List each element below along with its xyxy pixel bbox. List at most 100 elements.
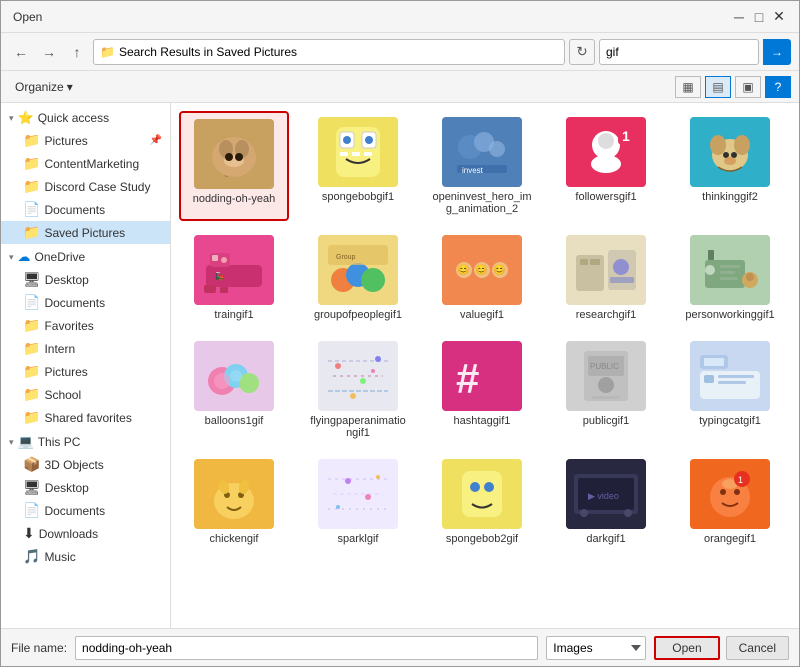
file-item-19[interactable]: ▶ video darkgif1 — [551, 453, 661, 551]
file-thumb-11 — [194, 341, 274, 411]
sidebar-saved-pictures[interactable]: 📁 Saved Pictures — [1, 221, 170, 244]
back-button[interactable]: ← — [9, 40, 33, 64]
file-name-17: sparklgif — [338, 533, 379, 545]
sidebar-od-desktop-label: Desktop — [45, 273, 89, 287]
forward-button[interactable]: → — [37, 40, 61, 64]
sidebar-od-pictures[interactable]: 📁 Pictures — [1, 360, 170, 383]
cancel-button[interactable]: Cancel — [726, 636, 789, 660]
sidebar-pc-desktop[interactable]: 🖥 Desktop — [1, 476, 170, 499]
quick-access-star-icon: ⭐ — [18, 110, 34, 126]
sidebar-od-school-label: School — [44, 388, 81, 402]
folder-icon: 🖥 — [23, 479, 41, 496]
close-button[interactable]: ✕ — [771, 9, 787, 25]
sidebar-od-desktop[interactable]: 🖥 Desktop — [1, 268, 170, 291]
file-name-9: researchgif1 — [576, 309, 637, 321]
folder-icon: 📁 — [23, 224, 40, 241]
sidebar-od-pictures-label: Pictures — [44, 365, 87, 379]
svg-text:~: ~ — [224, 172, 229, 181]
file-item-9[interactable]: researchgif1 — [551, 229, 661, 327]
folder-icon: 📄 — [23, 294, 40, 311]
sidebar-od-favorites-label: Favorites — [44, 319, 93, 333]
sidebar-pictures[interactable]: 📁 Pictures 📌 — [1, 129, 170, 152]
file-name-13: hashtaggif1 — [454, 415, 511, 427]
file-item-2[interactable]: spongebobgif1 — [303, 111, 413, 221]
sidebar: ▾ ⭐ Quick access 📁 Pictures 📌 📁 ContentM… — [1, 103, 171, 628]
file-name-1: nodding-oh-yeah — [193, 193, 276, 205]
refresh-button[interactable]: ↻ — [569, 39, 595, 65]
svg-text:🚂: 🚂 — [214, 271, 224, 281]
sidebar-od-shared-label: Shared favorites — [44, 411, 131, 425]
quick-access-header[interactable]: ▾ ⭐ Quick access — [1, 107, 170, 129]
file-item-3[interactable]: invest openinvest_hero_img_animation_2 — [427, 111, 537, 221]
file-item-17[interactable]: sparklgif — [303, 453, 413, 551]
sidebar-od-shared[interactable]: 📁 Shared favorites — [1, 406, 170, 429]
dialog-title: Open — [13, 10, 42, 24]
file-thumb-6: 🚂 — [194, 235, 274, 305]
file-item-13[interactable]: # hashtaggif1 — [427, 335, 537, 445]
view-list-button[interactable]: ▤ — [705, 76, 731, 98]
sidebar-od-favorites[interactable]: 📁 Favorites — [1, 314, 170, 337]
address-input[interactable] — [119, 45, 558, 59]
folder-icon: 📁 — [23, 155, 40, 172]
folder-icon: 📁 — [23, 178, 40, 195]
sidebar-pc-documents[interactable]: 📄 Documents — [1, 499, 170, 522]
file-item-12[interactable]: flyingpaperanimationgif1 — [303, 335, 413, 445]
search-go-button[interactable]: → — [763, 39, 791, 65]
sidebar-documents[interactable]: 📄 Documents — [1, 198, 170, 221]
filetype-select[interactable]: Images All Files — [546, 636, 646, 660]
file-item-18[interactable]: spongebob2gif — [427, 453, 537, 551]
file-item-6[interactable]: 🚂 traingif1 — [179, 229, 289, 327]
file-name-10: personworkinggif1 — [685, 309, 774, 321]
file-thumb-1: ~ — [194, 119, 274, 189]
file-grid: ~ nodding-oh-yeah — [179, 111, 791, 551]
sidebar-od-intern[interactable]: 📁 Intern — [1, 337, 170, 360]
file-item-15[interactable]: typingcatgif1 — [675, 335, 785, 445]
onedrive-icon: ☁ — [18, 249, 31, 265]
thispc-header[interactable]: ▾ 💻 This PC — [1, 431, 170, 453]
sidebar-discord[interactable]: 📁 Discord Case Study — [1, 175, 170, 198]
folder-icon: 🎵 — [23, 548, 40, 565]
up-button[interactable]: ↑ — [65, 40, 89, 64]
onedrive-header[interactable]: ▾ ☁ OneDrive — [1, 246, 170, 268]
view-grid-button[interactable]: ▦ — [675, 76, 701, 98]
folder-icon: 📄 — [23, 502, 40, 519]
svg-text:#: # — [456, 355, 479, 402]
file-name-12: flyingpaperanimationgif1 — [308, 415, 408, 439]
file-item-20[interactable]: 1 orangegif1 — [675, 453, 785, 551]
sidebar-content-marketing[interactable]: 📁 ContentMarketing — [1, 152, 170, 175]
folder-icon: ⬇ — [23, 525, 35, 542]
file-thumb-3: invest — [442, 117, 522, 187]
file-item-1[interactable]: ~ nodding-oh-yeah — [179, 111, 289, 221]
filename-label: File name: — [11, 641, 67, 655]
sidebar-3d[interactable]: 📦 3D Objects — [1, 453, 170, 476]
file-item-5[interactable]: thinkinggif2 — [675, 111, 785, 221]
minimize-button[interactable]: ─ — [731, 9, 747, 25]
sidebar-content-marketing-label: ContentMarketing — [44, 157, 139, 171]
search-input[interactable] — [600, 45, 767, 59]
file-item-16[interactable]: chickengif — [179, 453, 289, 551]
file-name-3: openinvest_hero_img_animation_2 — [432, 191, 532, 215]
open-button[interactable]: Open — [654, 636, 719, 660]
title-bar-text: Open — [13, 10, 42, 24]
file-item-7[interactable]: Group groupofpeoplegif1 — [303, 229, 413, 327]
file-item-14[interactable]: PUBLIC publicgif1 — [551, 335, 661, 445]
sidebar-music[interactable]: 🎵 Music — [1, 545, 170, 568]
help-button[interactable]: ? — [765, 76, 791, 98]
file-item-10[interactable]: personworkinggif1 — [675, 229, 785, 327]
svg-text:😊: 😊 — [457, 264, 469, 276]
view-details-button[interactable]: ▣ — [735, 76, 761, 98]
toolbar-right: ▦ ▤ ▣ ? — [675, 76, 791, 98]
file-thumb-4: 1 — [566, 117, 646, 187]
sidebar-od-school[interactable]: 📁 School — [1, 383, 170, 406]
file-item-4[interactable]: 1 followersgif1 — [551, 111, 661, 221]
title-bar: Open ─ □ ✕ — [1, 1, 799, 33]
sidebar-downloads[interactable]: ⬇ Downloads — [1, 522, 170, 545]
maximize-button[interactable]: □ — [751, 9, 767, 25]
file-item-11[interactable]: balloons1gif — [179, 335, 289, 445]
sidebar-od-documents[interactable]: 📄 Documents — [1, 291, 170, 314]
organize-button[interactable]: Organize ▾ — [9, 78, 79, 96]
file-item-8[interactable]: 😊 😊 😊 valuegif1 — [427, 229, 537, 327]
file-thumb-17 — [318, 459, 398, 529]
filename-input[interactable] — [75, 636, 538, 660]
organize-label: Organize — [15, 80, 64, 94]
